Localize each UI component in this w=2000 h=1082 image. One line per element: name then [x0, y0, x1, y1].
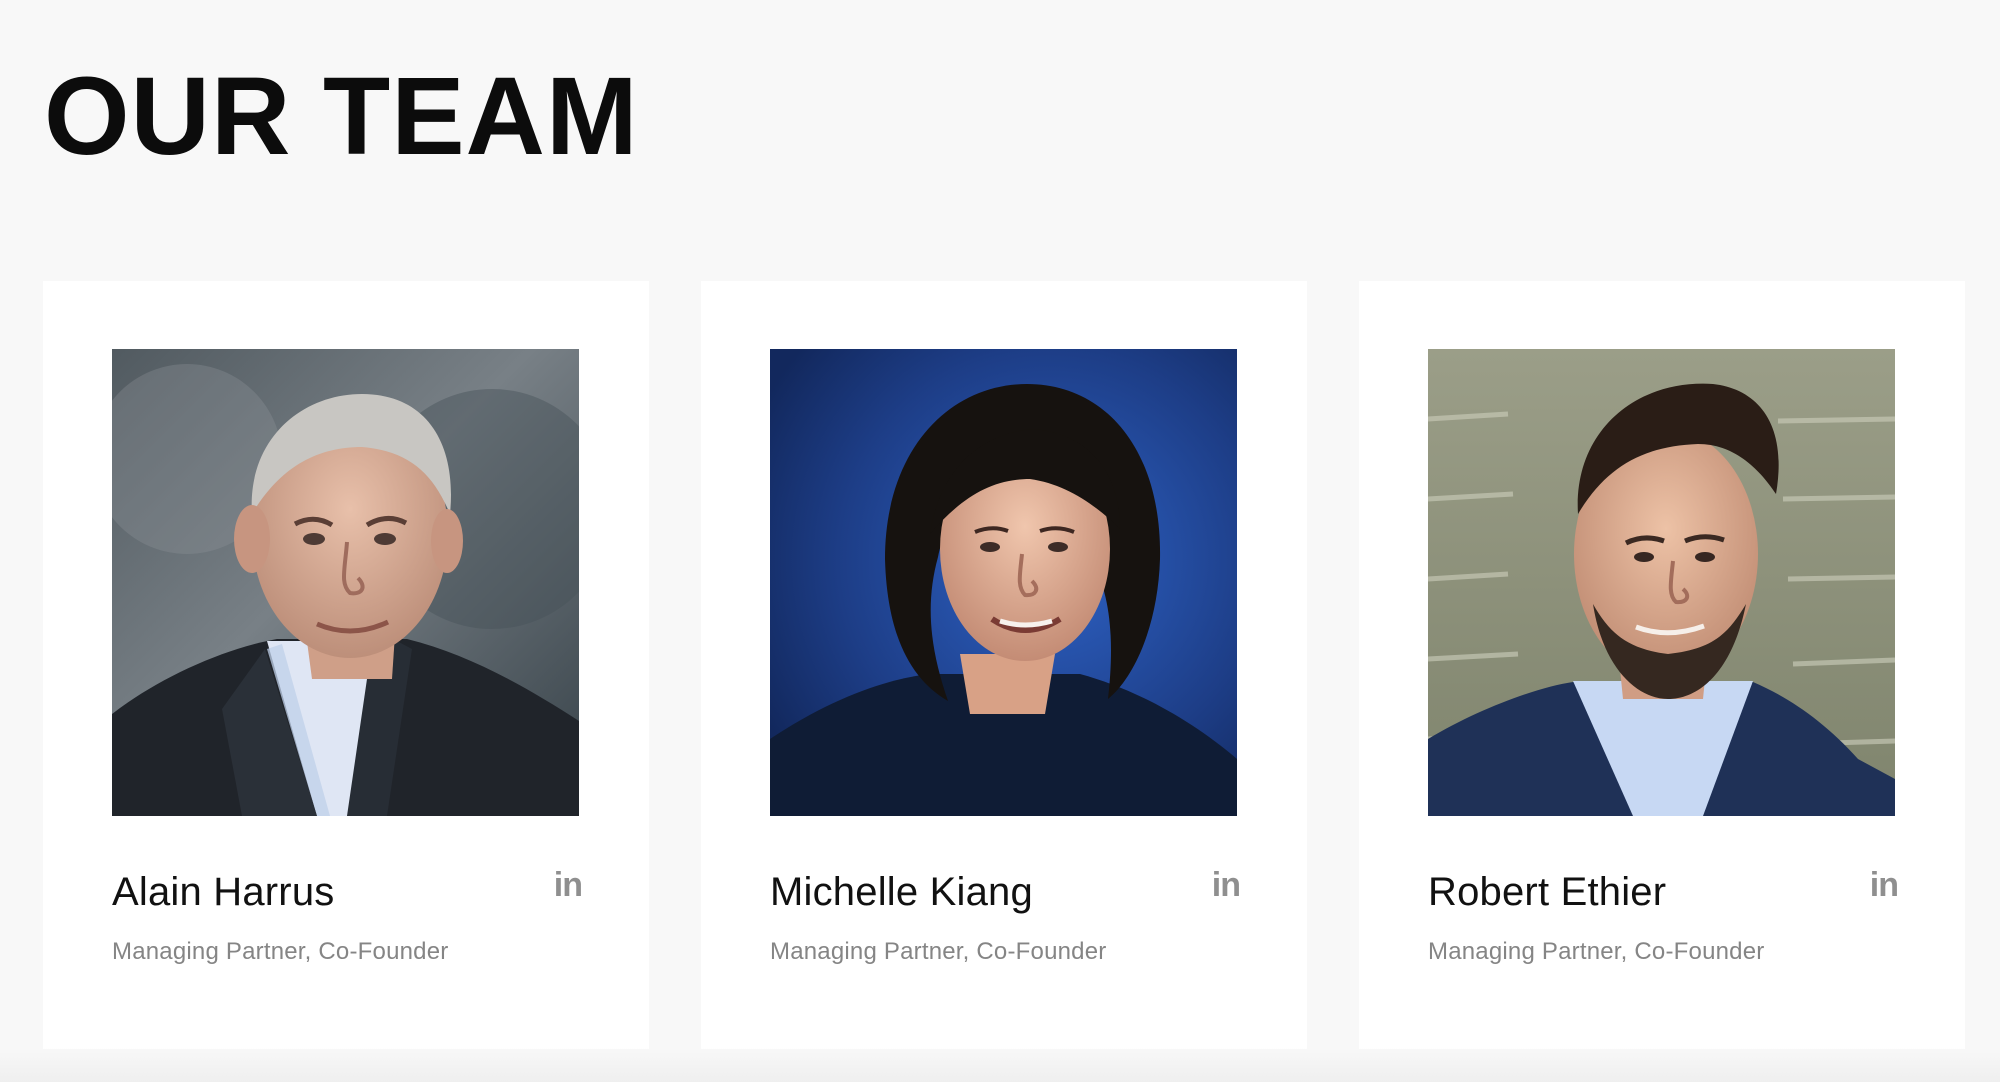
team-grid: Alain Harrus in Managing Partner, Co-Fou…: [43, 281, 1965, 1049]
member-portrait-image: [1428, 349, 1895, 816]
member-role: Managing Partner, Co-Founder: [112, 938, 449, 965]
team-member-card: Michelle Kiang in Managing Partner, Co-F…: [701, 281, 1307, 1049]
linkedin-icon[interactable]: in: [554, 868, 583, 902]
member-info: Michelle Kiang in Managing Partner, Co-F…: [770, 868, 1241, 967]
page-title: OUR TEAM: [44, 55, 639, 178]
member-role: Managing Partner, Co-Founder: [770, 938, 1107, 965]
member-photo: [112, 349, 579, 816]
member-info: Robert Ethier in Managing Partner, Co-Fo…: [1428, 868, 1899, 967]
member-photo: [770, 349, 1237, 816]
member-portrait-image: [112, 349, 579, 816]
member-name: Alain Harrus: [112, 870, 335, 914]
team-member-card: Alain Harrus in Managing Partner, Co-Fou…: [43, 281, 649, 1049]
member-role: Managing Partner, Co-Founder: [1428, 938, 1765, 965]
member-photo: [1428, 349, 1895, 816]
bottom-fade: [0, 1048, 2000, 1082]
member-info: Alain Harrus in Managing Partner, Co-Fou…: [112, 868, 583, 967]
linkedin-icon[interactable]: in: [1212, 868, 1241, 902]
member-portrait-image: [770, 349, 1237, 816]
member-name: Michelle Kiang: [770, 870, 1033, 914]
member-name: Robert Ethier: [1428, 870, 1667, 914]
linkedin-icon[interactable]: in: [1870, 868, 1899, 902]
team-member-card: Robert Ethier in Managing Partner, Co-Fo…: [1359, 281, 1965, 1049]
